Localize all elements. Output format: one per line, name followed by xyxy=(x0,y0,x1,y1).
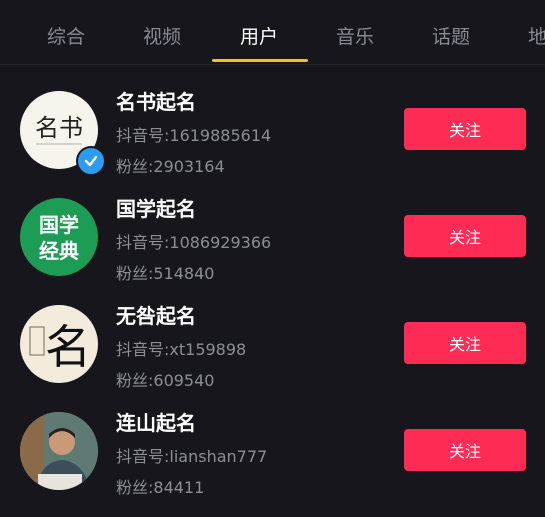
user-id: 抖音号:1619885614 xyxy=(116,126,272,145)
avatar[interactable]: 国学 经典 xyxy=(20,198,98,276)
active-tab-indicator xyxy=(212,59,308,62)
user-row[interactable]: 连山起名 抖音号:lianshan777 粉丝:84411 关注 xyxy=(0,397,545,504)
avatar-logo-image: 国学 经典 xyxy=(39,213,79,263)
user-fans: 粉丝:609540 xyxy=(116,371,215,390)
follow-button[interactable]: 关注 xyxy=(404,322,526,364)
tab-users[interactable]: 用户 xyxy=(240,22,278,49)
avatar-person-photo xyxy=(20,412,98,490)
user-row[interactable]: 名书 名书起名 抖音号:1619885614 粉丝:2903164 关注 xyxy=(0,76,545,183)
user-results-list: 名书 名书起名 抖音号:1619885614 粉丝:2903164 关注 国学 … xyxy=(0,76,545,504)
tab-topics[interactable]: 话题 xyxy=(432,22,470,49)
avatar[interactable] xyxy=(20,412,98,490)
user-row[interactable]: 国学 经典 国学起名 抖音号:1086929366 粉丝:514840 关注 xyxy=(0,183,545,290)
tab-videos[interactable]: 视频 xyxy=(143,22,181,49)
follow-button[interactable]: 关注 xyxy=(404,108,526,150)
user-fans: 粉丝:2903164 xyxy=(116,157,225,176)
avatar-logo-text: 名书 xyxy=(35,114,83,142)
search-tab-bar: 综合 视频 用户 音乐 话题 地 xyxy=(0,0,545,65)
tab-music[interactable]: 音乐 xyxy=(336,22,374,49)
user-name[interactable]: 无咎起名 xyxy=(116,300,196,329)
follow-button[interactable]: 关注 xyxy=(404,429,526,471)
user-name[interactable]: 国学起名 xyxy=(116,193,196,222)
user-fans: 粉丝:84411 xyxy=(116,478,205,497)
user-name[interactable]: 连山起名 xyxy=(116,407,196,436)
avatar[interactable]: 名 xyxy=(20,305,98,383)
avatar-logo-line1: 国学 xyxy=(39,213,79,237)
tab-places[interactable]: 地 xyxy=(528,22,545,49)
avatar-logo-line2: 经典 xyxy=(39,239,79,263)
verified-badge-icon xyxy=(76,146,106,176)
avatar-logo-image: 名 xyxy=(29,320,91,374)
user-row[interactable]: 名 无咎起名 抖音号:xt159898 粉丝:609540 关注 xyxy=(0,290,545,397)
tab-general[interactable]: 综合 xyxy=(47,22,85,49)
avatar-logo-text: 名 xyxy=(45,320,91,374)
user-id: 抖音号:lianshan777 xyxy=(116,447,268,466)
user-id: 抖音号:xt159898 xyxy=(116,340,247,359)
user-fans: 粉丝:514840 xyxy=(116,264,215,283)
follow-button[interactable]: 关注 xyxy=(404,215,526,257)
user-name[interactable]: 名书起名 xyxy=(116,86,196,115)
user-id: 抖音号:1086929366 xyxy=(116,233,272,252)
